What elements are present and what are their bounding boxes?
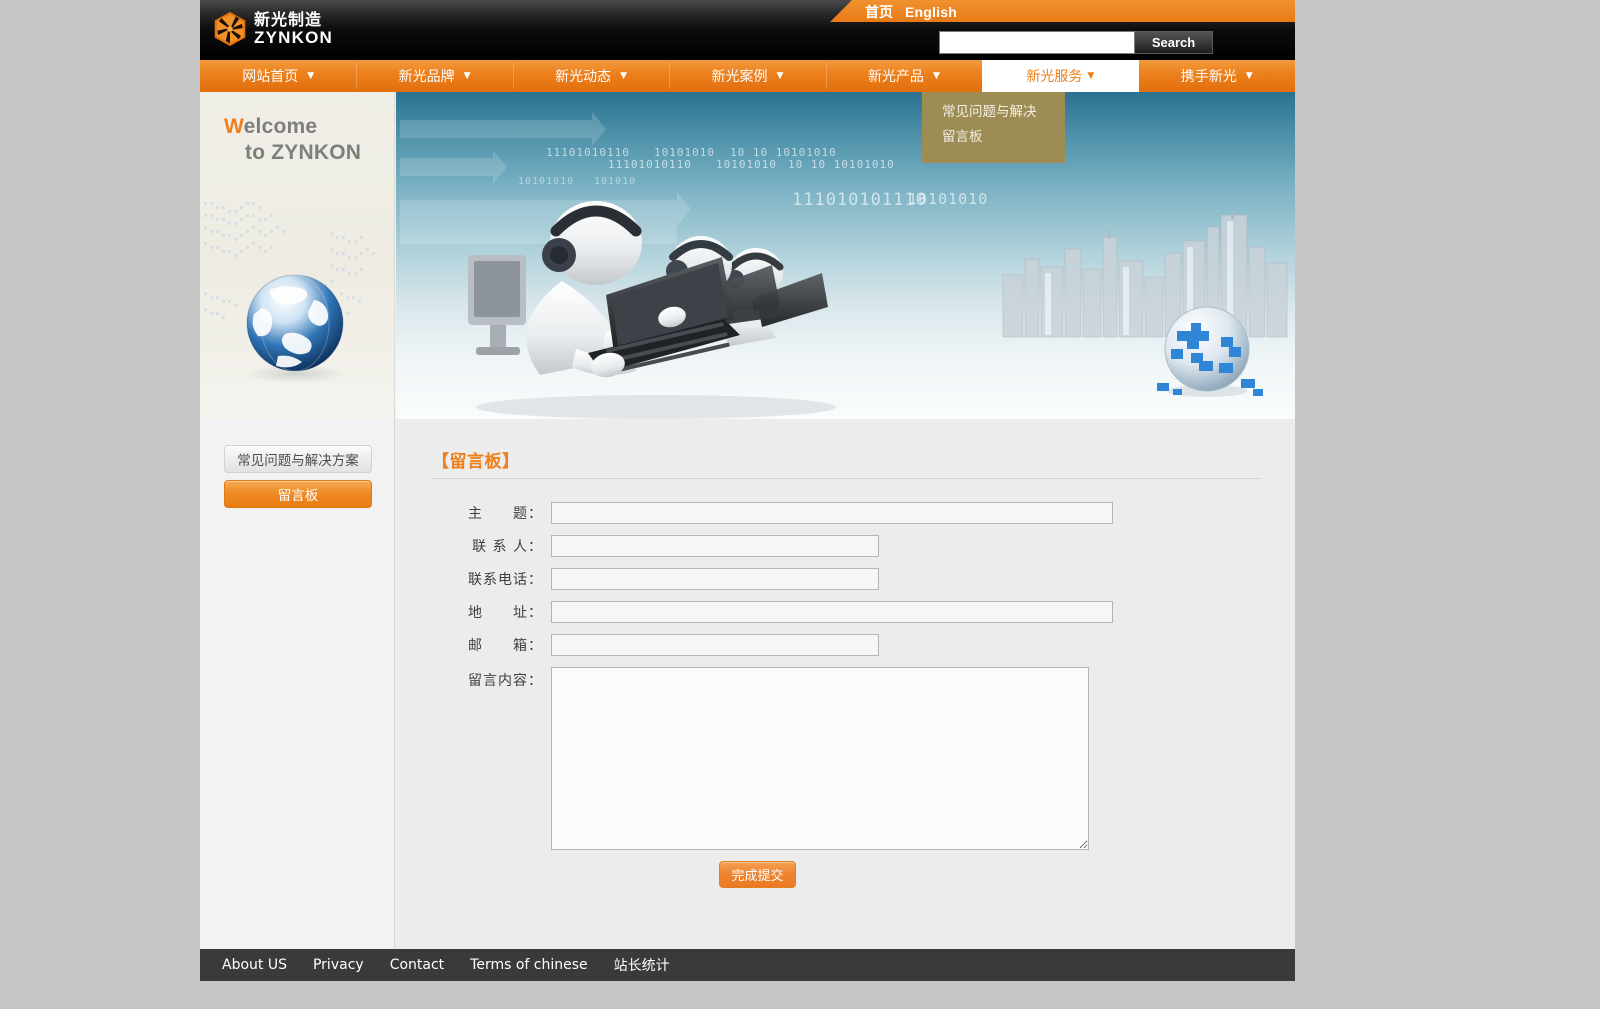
- phone-label: 联系电话：: [468, 572, 543, 588]
- address-label: 地 址：: [468, 605, 543, 621]
- globe-icon: [245, 274, 345, 383]
- chevron-down-icon: ▼: [1245, 70, 1253, 81]
- form-row-phone: 联系电话：: [396, 568, 1295, 590]
- form-row-message: 留言内容：: [396, 667, 1295, 850]
- footer-link-about[interactable]: About US: [222, 957, 287, 973]
- page-container: 新光制造 ZYNKON 首页 English Search 网站首页 ▼ 新光品…: [200, 0, 1295, 981]
- welcome-heading: Welcome to ZYNKON: [224, 114, 361, 166]
- sidebar-item-label: 留言板: [277, 488, 319, 504]
- sidebar-item-message-board[interactable]: 留言板: [224, 480, 372, 508]
- nav-item-label: 携手新光: [1180, 69, 1237, 85]
- footer-link-stats[interactable]: 站长统计: [614, 955, 670, 975]
- nav-item-label: 新光品牌: [398, 69, 455, 85]
- site-logo[interactable]: 新光制造 ZYNKON: [213, 11, 333, 47]
- main-navigation: 网站首页 ▼ 新光品牌 ▼ 新光动态 ▼ 新光案例 ▼ 新光产品 ▼ 新光服务 …: [200, 60, 1295, 92]
- top-utility-links: 首页 English: [865, 2, 957, 22]
- form-row-contact: 联 系 人：: [396, 535, 1295, 557]
- form-row-subject: 主 题：: [396, 502, 1295, 524]
- banner-left-panel: Welcome to ZYNKON: [200, 92, 395, 419]
- page-title: 【留言板】: [432, 452, 520, 472]
- form-row-address: 地 址：: [396, 601, 1295, 623]
- footer-link-contact[interactable]: Contact: [390, 957, 444, 973]
- nav-item-label: 新光产品: [867, 69, 924, 85]
- search-box: Search: [939, 31, 1213, 54]
- submit-button[interactable]: 完成提交: [719, 861, 796, 888]
- nav-item-home[interactable]: 网站首页 ▼: [200, 60, 356, 92]
- chevron-down-icon: ▼: [307, 70, 315, 81]
- chevron-down-icon: ▼: [776, 70, 784, 81]
- services-dropdown-menu: 常见问题与解决 留言板: [922, 92, 1065, 163]
- email-label: 邮 箱：: [468, 638, 543, 654]
- top-bar: 新光制造 ZYNKON 首页 English Search: [200, 0, 1295, 60]
- footer-link-terms[interactable]: Terms of chinese: [470, 957, 587, 973]
- logo-chinese-name: 新光制造: [254, 10, 323, 29]
- hero-banner: Welcome to ZYNKON 11101010110 10101010 1…: [200, 92, 1295, 419]
- pixel-globe-icon: [1157, 306, 1263, 397]
- form-row-email: 邮 箱：: [396, 634, 1295, 656]
- welcome-initial: W: [224, 115, 244, 138]
- nav-item-news[interactable]: 新光动态 ▼: [512, 60, 669, 92]
- form-actions: 完成提交: [396, 861, 1295, 888]
- decorative-arrow: [400, 112, 606, 146]
- subject-input[interactable]: [551, 502, 1113, 524]
- search-input[interactable]: [939, 31, 1135, 54]
- banner-illustration: 11101010110 10101010 10 10 10101010 1110…: [396, 92, 1295, 419]
- logo-english-name: ZYNKON: [254, 28, 333, 47]
- sidebar-item-faq[interactable]: 常见问题与解决方案: [224, 445, 372, 473]
- chevron-down-icon: ▼: [932, 70, 940, 81]
- zynkon-hexagon-logo-icon: [214, 12, 246, 46]
- address-input[interactable]: [551, 601, 1113, 623]
- main-panel: 【留言板】 主 题： 联 系 人： 联系电话： 地 址： 邮 箱： 留言内容： …: [396, 419, 1295, 949]
- message-board-form: 主 题： 联 系 人： 联系电话： 地 址： 邮 箱： 留言内容： 完成提交: [396, 502, 1295, 888]
- logo-text: 新光制造 ZYNKON: [254, 10, 333, 47]
- footer-link-privacy[interactable]: Privacy: [313, 957, 364, 973]
- top-link-home[interactable]: 首页: [865, 2, 893, 22]
- left-sidebar: 常见问题与解决方案 留言板: [200, 419, 395, 949]
- message-label: 留言内容：: [468, 673, 543, 689]
- contact-input[interactable]: [551, 535, 879, 557]
- subject-label: 主 题：: [468, 506, 543, 522]
- nav-item-cases[interactable]: 新光案例 ▼: [669, 60, 825, 92]
- nav-item-label: 新光动态: [555, 69, 612, 85]
- site-footer: About US Privacy Contact Terms of chines…: [200, 949, 1295, 981]
- title-divider: [431, 478, 1261, 479]
- call-center-agents-illustration: [468, 201, 836, 419]
- dropdown-item-faq[interactable]: 常见问题与解决: [942, 100, 1065, 125]
- nav-item-partner[interactable]: 携手新光 ▼: [1139, 60, 1295, 92]
- email-input[interactable]: [551, 634, 879, 656]
- nav-item-products[interactable]: 新光产品 ▼: [825, 60, 982, 92]
- nav-item-brand[interactable]: 新光品牌 ▼: [356, 60, 512, 92]
- contact-label: 联 系 人：: [472, 539, 543, 555]
- content-area: 常见问题与解决方案 留言板 【留言板】 主 题： 联 系 人： 联系电话： 地 …: [200, 419, 1295, 949]
- search-button[interactable]: Search: [1135, 31, 1213, 54]
- chevron-down-icon: ▼: [620, 70, 628, 81]
- chevron-down-icon: ▼: [463, 70, 471, 81]
- nav-item-label: 网站首页: [242, 69, 299, 85]
- phone-input[interactable]: [551, 568, 879, 590]
- top-link-english[interactable]: English: [905, 4, 957, 20]
- message-textarea[interactable]: [551, 667, 1089, 850]
- welcome-subline: to ZYNKON: [245, 141, 362, 164]
- chevron-down-icon: ▼: [1087, 70, 1095, 81]
- nav-item-services[interactable]: 新光服务 ▼: [982, 60, 1139, 92]
- welcome-rest: elcome: [243, 115, 318, 138]
- nav-item-label: 新光案例: [711, 69, 768, 85]
- dropdown-item-message-board[interactable]: 留言板: [942, 125, 1065, 150]
- sidebar-item-label: 常见问题与解决方案: [237, 453, 359, 469]
- nav-item-label: 新光服务: [1026, 69, 1083, 85]
